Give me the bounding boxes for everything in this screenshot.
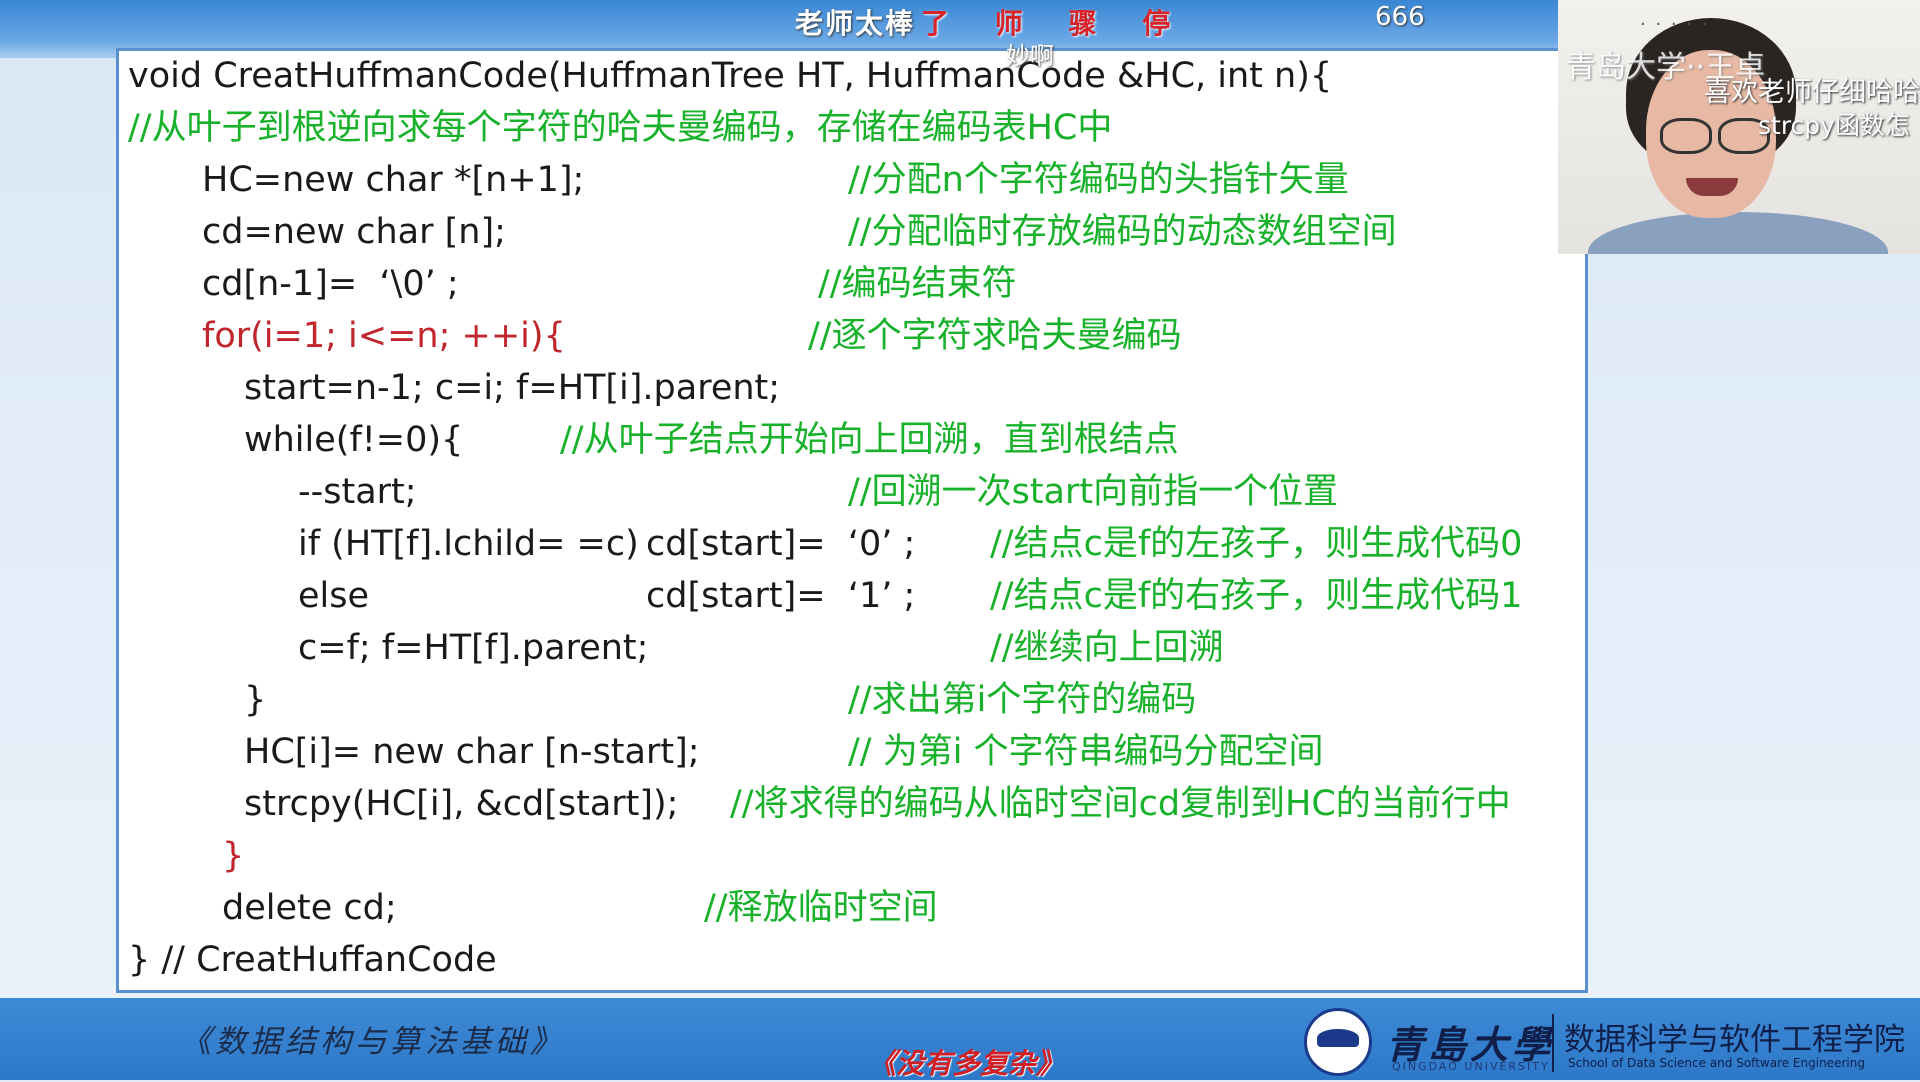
danmaku-top: 老师太棒了 师 骤 停 — [795, 2, 1188, 42]
code-line-while: while(f!=0){ — [244, 420, 464, 460]
code-line-for-loop: for(i=1; i<=n; ++i){ — [202, 316, 566, 356]
comment-assign-1: //结点c是f的右孩子，则生成代码1 — [990, 576, 1523, 616]
comment-for-loop: //逐个字符求哈夫曼编码 — [808, 316, 1182, 356]
code-line-assign-0: cd[start]= ‘0’ ; — [646, 524, 916, 564]
page-number: 666 — [1375, 2, 1425, 32]
code-line-hc-alloc: HC=new char *[n+1]; — [202, 160, 585, 200]
university-logo-icon — [1304, 1008, 1372, 1076]
comment-decrement: //回溯一次start向前指一个位置 — [848, 472, 1339, 512]
danmaku-top-red: 了 师 骤 停 — [921, 7, 1189, 40]
comment-strcpy: //将求得的编码从临时空间cd复制到HC的当前行中 — [730, 784, 1511, 824]
comment-hc-alloc: //分配n个字符编码的头指针矢量 — [848, 160, 1349, 200]
code-line-for-close: } — [222, 836, 245, 876]
code-line-else: else — [298, 576, 370, 616]
comment-terminator: //编码结束符 — [818, 264, 1017, 304]
presenter-shoulders — [1588, 212, 1888, 254]
danmaku-top-prefix: 老师太棒 — [795, 7, 916, 40]
comment-while-close: //求出第i个字符的编码 — [848, 680, 1197, 720]
code-line-hc-row-alloc: HC[i]= new char [n-start]; — [244, 732, 700, 772]
course-title: 《数据结构与算法基础》 — [180, 1024, 565, 1060]
code-line-climb: c=f; f=HT[f].parent; — [298, 628, 649, 668]
code-line-comment-header: //从叶子到根逆向求每个字符的哈夫曼编码，存储在编码表HC中 — [128, 108, 1113, 148]
code-line-assign-1: cd[start]= ‘1’ ; — [646, 576, 916, 616]
code-line-decrement: --start; — [298, 472, 417, 512]
code-line-while-close: } — [244, 680, 267, 720]
code-line-init: start=n-1; c=i; f=HT[i].parent; — [244, 368, 781, 408]
danmaku-cam-1: 喜欢老师仔细哈哈 — [1704, 77, 1920, 108]
danmaku-cam-2: strcpy函数怎 — [1758, 111, 1910, 140]
college-name: 数据科学与软件工程学院 — [1564, 1022, 1905, 1058]
code-line-signature: void CreatHuffmanCode(HuffmanTree HT, Hu… — [128, 56, 1333, 96]
cam-dots: · · · · · — [1640, 14, 1710, 35]
glasses-icon — [1660, 118, 1712, 154]
code-line-if-lchild: if (HT[f].lchild= =c) — [298, 524, 639, 564]
comment-hc-row-alloc: // 为第i 个字符串编码分配空间 — [848, 732, 1324, 772]
comment-cd-alloc: //分配临时存放编码的动态数组空间 — [848, 212, 1397, 252]
comment-delete: //释放临时空间 — [704, 888, 938, 928]
danmaku-bottom: 《没有多复杂》 — [868, 1047, 1065, 1080]
comment-assign-0: //结点c是f的左孩子，则生成代码0 — [990, 524, 1523, 564]
comment-while: //从叶子结点开始向上回溯，直到根结点 — [560, 420, 1179, 460]
code-line-delete: delete cd; — [222, 888, 397, 928]
code-line-cd-alloc: cd=new char [n]; — [202, 212, 506, 252]
comment-climb: //继续向上回溯 — [990, 628, 1224, 668]
code-line-terminator: cd[n-1]= ‘\0’ ; — [202, 264, 459, 304]
footer-divider — [1552, 1014, 1554, 1072]
code-line-function-close: } // CreatHuffanCode — [128, 940, 497, 980]
college-name-en: School of Data Science and Software Engi… — [1568, 1056, 1865, 1070]
university-name-en: QINGDAO UNIVERSITY — [1392, 1060, 1550, 1073]
danmaku-small: 妙啊 — [1006, 42, 1054, 70]
code-line-strcpy: strcpy(HC[i], &cd[start]); — [244, 784, 679, 824]
